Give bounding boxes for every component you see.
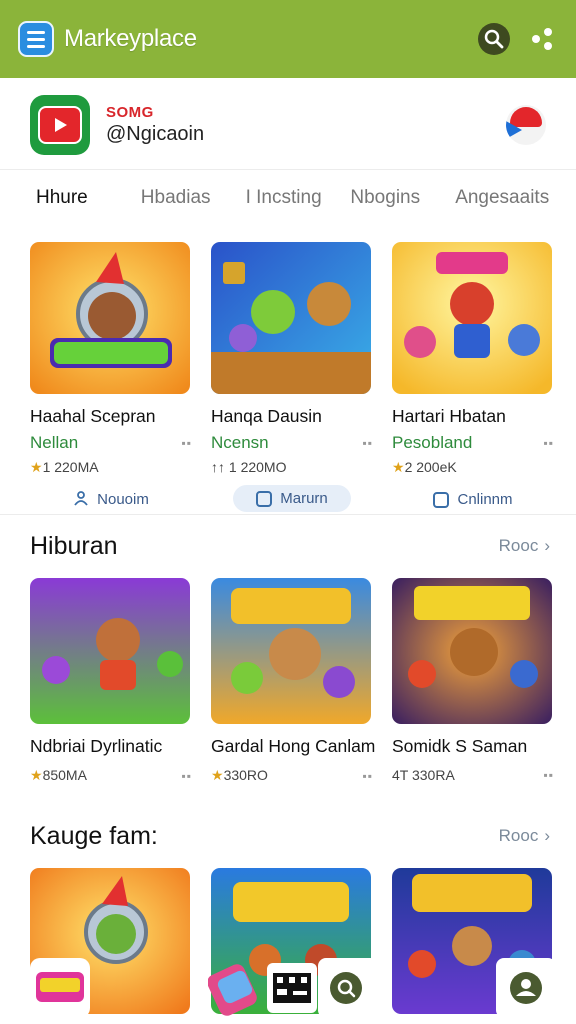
- app-bar: Markeyplace: [0, 0, 576, 78]
- more-icon[interactable]: ▪▪: [362, 436, 373, 450]
- app-subtitle: Ncensn: [211, 433, 269, 452]
- app-rating: 850MA: [42, 767, 87, 783]
- tab-2[interactable]: Hbadias: [141, 187, 246, 209]
- calendar-icon: [433, 491, 450, 508]
- action-button[interactable]: Cnlinnm: [414, 486, 532, 513]
- app-card[interactable]: Gardal Hong Canlam ★330RO ▪▪: [211, 578, 376, 784]
- app-card[interactable]: Somidk S Saman 4T 330RA ▪▪: [392, 578, 554, 783]
- calendar-icon: [256, 490, 273, 507]
- tab-3[interactable]: I Incsting: [246, 187, 351, 209]
- app-rating: 1 220MA: [42, 459, 99, 475]
- tab-5[interactable]: Angesaaits: [455, 187, 560, 209]
- profile-handle: @Ngicaoin: [106, 122, 205, 145]
- more-icon[interactable]: ▪▪: [362, 769, 373, 783]
- app-card[interactable]: Ndbriai Dyrlinatic ★850MA ▪▪: [30, 578, 192, 784]
- action-label: Nouoim: [97, 491, 149, 508]
- action-button[interactable]: Nouoim: [52, 486, 170, 513]
- avatar[interactable]: [506, 104, 546, 145]
- star-icon: ↑↑: [211, 459, 225, 475]
- action-label: Marurn: [280, 490, 328, 507]
- search-icon[interactable]: [478, 23, 510, 55]
- action-label: Cnlinnm: [457, 491, 513, 508]
- section-header: Hiburan Rooc ›: [30, 528, 550, 564]
- profile-badge: SOMG: [106, 103, 154, 121]
- star-icon: ★: [392, 459, 405, 475]
- bottom-dock: [0, 958, 576, 1024]
- section-header: Kauge fam: Rooc ›: [30, 818, 550, 854]
- tab-home[interactable]: Hhure: [36, 187, 141, 209]
- profile-icon[interactable]: [496, 958, 556, 1018]
- search-icon[interactable]: [318, 958, 378, 1018]
- app-rating: 4T 330RA: [392, 767, 455, 783]
- dock-qr-icon[interactable]: [262, 958, 322, 1018]
- section-title: Kauge fam:: [30, 821, 158, 850]
- featured-card[interactable]: Hanqa Dausin Ncensn ▪▪ ↑↑ 1 220MO Marurn: [211, 242, 373, 512]
- game-thumbnail[interactable]: [30, 242, 190, 394]
- chevron-right-icon: ›: [544, 826, 550, 845]
- featured-row: Haahal Scepran Nellan ▪▪ ★1 220MA Nouoim …: [0, 242, 576, 512]
- app-title: Markeyplace: [64, 25, 197, 52]
- app-rating: 330RO: [223, 767, 268, 783]
- dock-gradient-icon[interactable]: [208, 958, 268, 1018]
- chevron-right-icon: ›: [544, 536, 550, 555]
- section-divider: [0, 514, 576, 515]
- app-subtitle: Nellan: [30, 433, 79, 452]
- more-icon[interactable]: ▪▪: [181, 436, 192, 450]
- dock-game-icon[interactable]: [30, 958, 90, 1018]
- app-subtitle: Pesobland: [392, 433, 473, 452]
- app-logo-icon: [18, 21, 54, 57]
- featured-card[interactable]: Hartari Hbatan Pesobland ▪▪ ★2 200eK Cnli…: [392, 242, 554, 513]
- featured-card[interactable]: Haahal Scepran Nellan ▪▪ ★1 220MA Nouoim: [30, 242, 192, 513]
- see-more-label: Rooc: [498, 536, 539, 555]
- app-title: Gardal Hong Canlam: [211, 736, 376, 756]
- game-thumbnail[interactable]: [392, 242, 552, 394]
- app-title: Hanqa Dausin: [211, 406, 322, 426]
- category-tabs: Hhure Hbadias I Incsting Nbogins Angesaa…: [0, 172, 576, 224]
- section-row: Ndbriai Dyrlinatic ★850MA ▪▪ Gardal Hong …: [0, 578, 576, 788]
- action-button[interactable]: Marurn: [233, 485, 351, 512]
- star-icon: ★: [30, 767, 43, 783]
- section-title: Hiburan: [30, 531, 118, 560]
- share-icon[interactable]: [526, 23, 558, 55]
- game-thumbnail[interactable]: [392, 578, 552, 724]
- app-rating: 2 200eK: [404, 459, 457, 475]
- app-title: Haahal Scepran: [30, 406, 156, 426]
- see-more-link[interactable]: Rooc ›: [499, 536, 550, 556]
- app-rating: 1 220MO: [228, 459, 287, 475]
- tab-4[interactable]: Nbogins: [350, 187, 455, 209]
- star-icon: ★: [30, 459, 43, 475]
- user-icon: [73, 490, 89, 510]
- more-icon[interactable]: ▪▪: [181, 769, 192, 783]
- store-header: SOMG @Ngicaoin: [0, 80, 576, 170]
- game-thumbnail[interactable]: [211, 578, 371, 724]
- more-icon[interactable]: ▪▪: [543, 436, 554, 450]
- app-title: Hartari Hbatan: [392, 406, 506, 426]
- star-icon: ★: [211, 767, 224, 783]
- see-more-label: Rooc: [498, 826, 539, 845]
- app-title: Somidk S Saman: [392, 736, 528, 756]
- store-logo-icon[interactable]: [30, 94, 90, 155]
- see-more-link[interactable]: Rooc ›: [499, 826, 550, 846]
- game-thumbnail[interactable]: [211, 242, 371, 394]
- more-icon[interactable]: ▪▪: [543, 768, 554, 782]
- game-thumbnail[interactable]: [30, 578, 190, 724]
- app-title: Ndbriai Dyrlinatic: [30, 736, 163, 756]
